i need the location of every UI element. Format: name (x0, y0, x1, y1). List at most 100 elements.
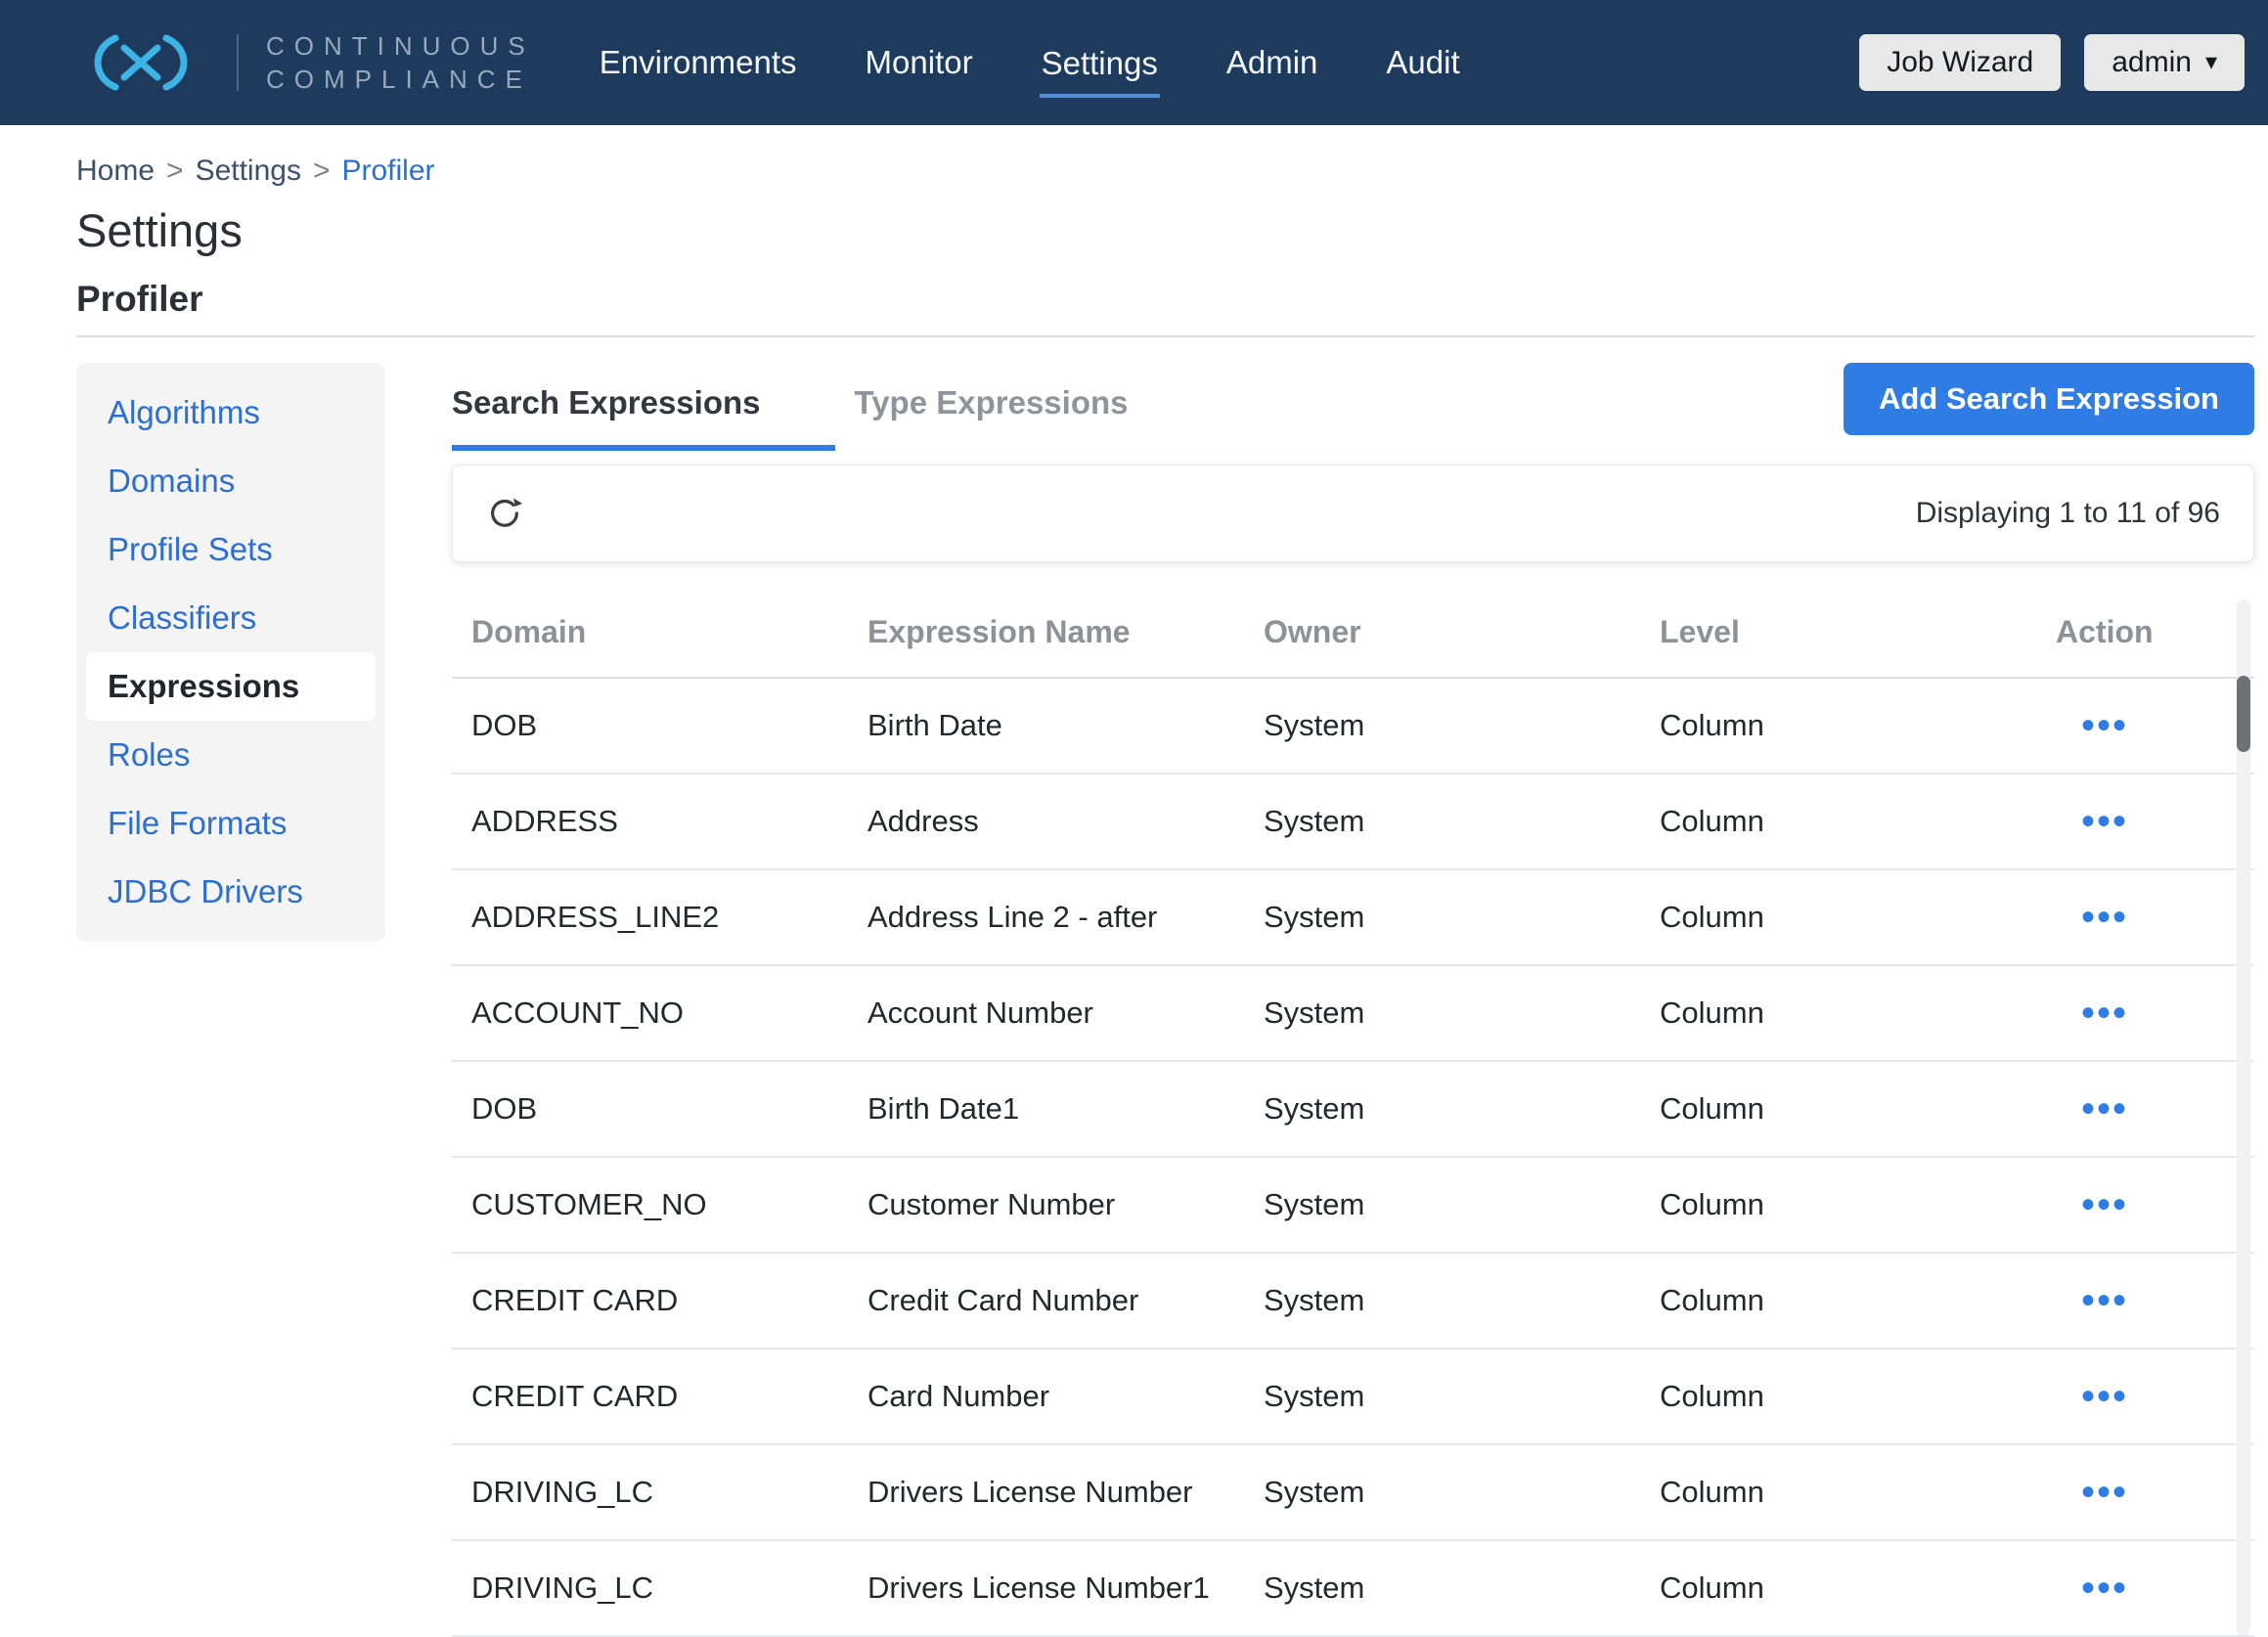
sidebar-item[interactable]: Profile Sets (86, 515, 376, 584)
cell-owner: System (1244, 1061, 1640, 1157)
cell-level: Column (1640, 678, 2036, 774)
cell-domain: DOB (452, 1061, 848, 1157)
cell-owner: System (1244, 1444, 1640, 1540)
row-actions-button[interactable]: ••• (2056, 1089, 2128, 1128)
main-panel: Search Expressions Type Expressions Add … (452, 363, 2254, 1637)
primary-nav: Environments Monitor Settings Admin Audi… (598, 26, 1462, 99)
table-row: DRIVING_LC Drivers License Number1 Syste… (452, 1540, 2254, 1636)
content: Algorithms Domains Profile Sets Classifi… (76, 363, 2254, 1637)
row-actions-button[interactable]: ••• (2056, 1185, 2128, 1224)
cell-action: ••• (2036, 678, 2254, 774)
scrollbar-thumb[interactable] (2237, 676, 2250, 752)
cell-owner: System (1244, 774, 1640, 869)
table-body: DOB Birth Date System Column ••• (452, 678, 2254, 1636)
cell-domain: DOB (452, 678, 848, 774)
job-wizard-button[interactable]: Job Wizard (1859, 34, 2061, 91)
table-scrollbar[interactable] (2237, 599, 2250, 1636)
cell-domain: ADDRESS (452, 774, 848, 869)
cell-level: Column (1640, 774, 2036, 869)
table-row: DOB Birth Date1 System Column ••• (452, 1061, 2254, 1157)
breadcrumb-separator: > (166, 155, 184, 188)
cell-action: ••• (2036, 1061, 2254, 1157)
cell-action: ••• (2036, 1253, 2254, 1349)
row-actions-button[interactable]: ••• (2056, 1473, 2128, 1512)
nav-item[interactable]: Audit (1384, 26, 1461, 99)
table-row: ADDRESS Address System Column ••• (452, 774, 2254, 869)
cell-expression-name: Address Line 2 - after (848, 869, 1244, 965)
row-actions-button[interactable]: ••• (2056, 994, 2128, 1033)
ellipsis-icon: ••• (2081, 1279, 2128, 1322)
cell-level: Column (1640, 1157, 2036, 1253)
brand-name-line1: CONTINUOUS (266, 29, 535, 63)
row-actions-button[interactable]: ••• (2056, 1569, 2128, 1608)
pagination-status: Displaying 1 to 11 of 96 (1916, 497, 2220, 530)
nav-item[interactable]: Environments (598, 26, 799, 99)
table-row: CREDIT CARD Card Number System Column ••… (452, 1349, 2254, 1444)
tab[interactable]: Type Expressions (855, 384, 1203, 451)
breadcrumb-settings-link[interactable]: Settings (196, 155, 301, 188)
ellipsis-icon: ••• (2081, 1375, 2128, 1418)
cell-action: ••• (2036, 1444, 2254, 1540)
sidebar-item[interactable]: Roles (86, 721, 376, 789)
cell-owner: System (1244, 1540, 1640, 1636)
cell-domain: ADDRESS_LINE2 (452, 869, 848, 965)
nav-item[interactable]: Settings (1040, 27, 1160, 98)
breadcrumb: Home > Settings > Profiler (76, 155, 2254, 188)
row-actions-button[interactable]: ••• (2056, 898, 2128, 937)
column-header: Expression Name (848, 588, 1244, 678)
sidebar-item[interactable]: Algorithms (86, 378, 376, 447)
tab[interactable]: Search Expressions (452, 384, 835, 451)
refresh-button[interactable] (486, 495, 523, 532)
cell-expression-name: Birth Date (848, 678, 1244, 774)
cell-level: Column (1640, 1253, 2036, 1349)
breadcrumb-current[interactable]: Profiler (342, 155, 435, 188)
table-row: ADDRESS_LINE2 Address Line 2 - after Sys… (452, 869, 2254, 965)
cell-level: Column (1640, 965, 2036, 1061)
nav-item[interactable]: Admin (1224, 26, 1320, 99)
tab-list: Search Expressions Type Expressions (452, 384, 1203, 451)
row-actions-button[interactable]: ••• (2056, 706, 2128, 745)
cell-domain: ACCOUNT_NO (452, 965, 848, 1061)
ellipsis-icon: ••• (2081, 800, 2128, 843)
cell-domain: DRIVING_LC (452, 1540, 848, 1636)
cell-owner: System (1244, 869, 1640, 965)
sidebar-item[interactable]: Classifiers (86, 584, 376, 652)
sidebar-item[interactable]: Expressions (86, 652, 376, 721)
cell-action: ••• (2036, 965, 2254, 1061)
brand[interactable]: CONTINUOUS COMPLIANCE (72, 29, 535, 97)
column-header: Owner (1244, 588, 1640, 678)
sidebar-item[interactable]: File Formats (86, 789, 376, 858)
cell-owner: System (1244, 965, 1640, 1061)
row-actions-button[interactable]: ••• (2056, 802, 2128, 841)
cell-expression-name: Drivers License Number (848, 1444, 1244, 1540)
row-actions-button[interactable]: ••• (2056, 1281, 2128, 1320)
column-header: Action (2036, 588, 2254, 678)
breadcrumb-home-link[interactable]: Home (76, 155, 155, 188)
ellipsis-icon: ••• (2081, 992, 2128, 1035)
ellipsis-icon: ••• (2081, 1087, 2128, 1130)
row-actions-button[interactable]: ••• (2056, 1377, 2128, 1416)
cell-level: Column (1640, 1444, 2036, 1540)
breadcrumb-separator: > (313, 155, 331, 188)
cell-expression-name: Account Number (848, 965, 1244, 1061)
user-menu-button[interactable]: admin ▾ (2084, 34, 2245, 91)
brand-name: CONTINUOUS COMPLIANCE (266, 29, 535, 97)
table-toolbar: Displaying 1 to 11 of 96 (452, 465, 2254, 562)
table-row: DRIVING_LC Drivers License Number System… (452, 1444, 2254, 1540)
cell-domain: DRIVING_LC (452, 1444, 848, 1540)
sidebar-item[interactable]: JDBC Drivers (86, 858, 376, 926)
cell-expression-name: Card Number (848, 1349, 1244, 1444)
cell-expression-name: Address (848, 774, 1244, 869)
add-search-expression-button[interactable]: Add Search Expression (1844, 363, 2254, 435)
expressions-table: Domain Expression Name Owner Level Actio… (452, 588, 2254, 1637)
refresh-icon (486, 495, 523, 532)
nav-item[interactable]: Monitor (864, 26, 975, 99)
table-header-row: Domain Expression Name Owner Level Actio… (452, 588, 2254, 678)
table-row: CUSTOMER_NO Customer Number System Colum… (452, 1157, 2254, 1253)
ellipsis-icon: ••• (2081, 704, 2128, 747)
cell-action: ••• (2036, 1540, 2254, 1636)
sidebar-item[interactable]: Domains (86, 447, 376, 515)
table-header: Domain Expression Name Owner Level Actio… (452, 588, 2254, 678)
table-row: ACCOUNT_NO Account Number System Column … (452, 965, 2254, 1061)
cell-action: ••• (2036, 1157, 2254, 1253)
